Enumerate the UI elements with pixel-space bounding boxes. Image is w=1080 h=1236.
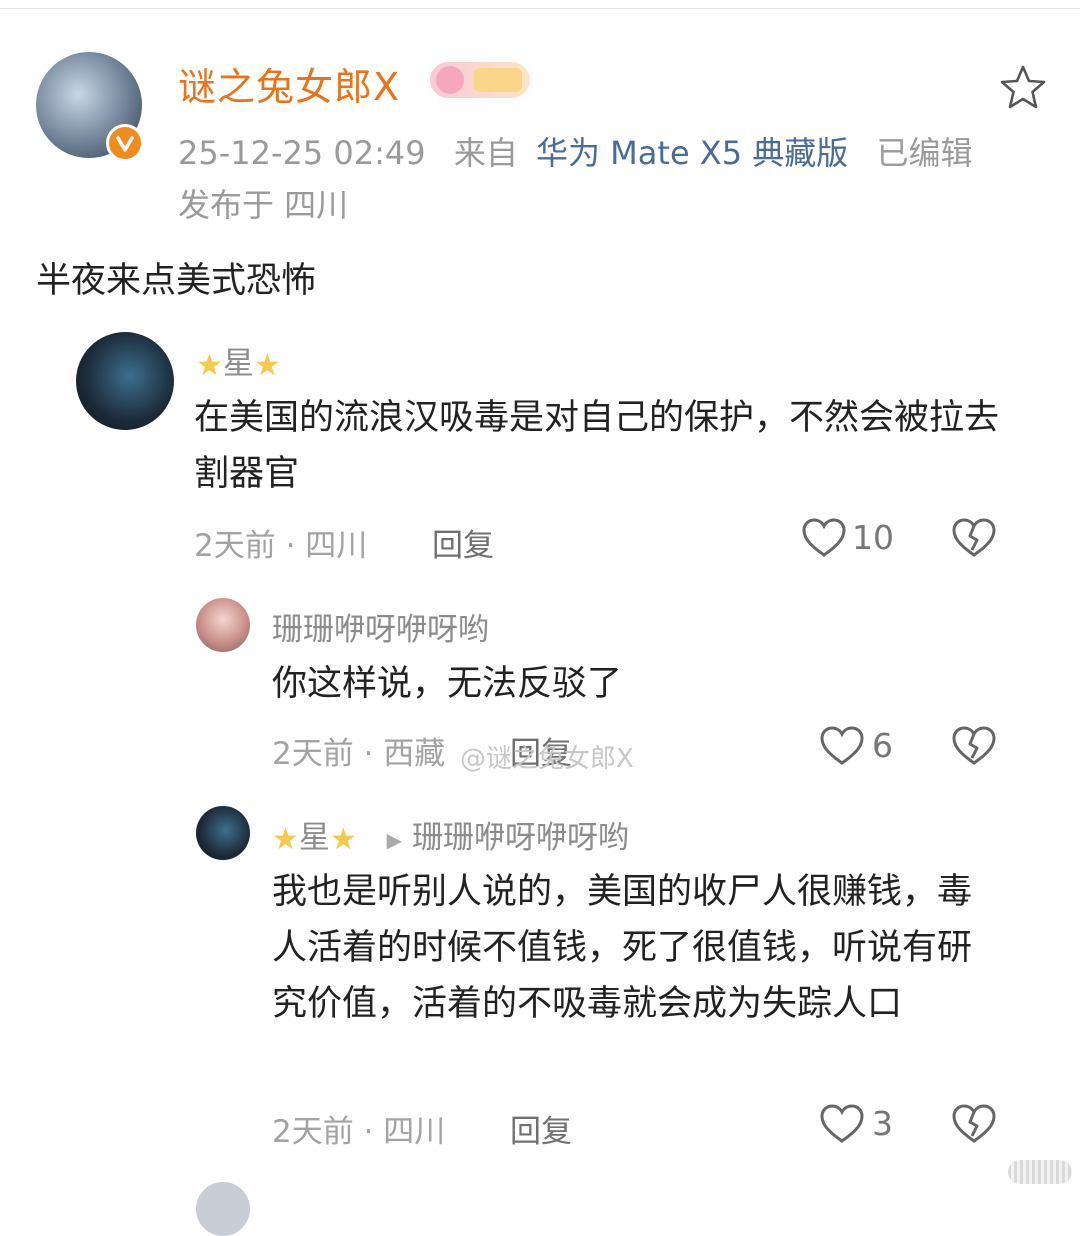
comment-text: 在美国的流浪汉吸毒是对自己的保护，不然会被拉去割器官 xyxy=(194,398,1000,494)
post-source-prefix: 来自 xyxy=(453,134,518,172)
like-count: 10 xyxy=(852,518,894,557)
member-badge-icon xyxy=(430,62,530,98)
star-icon: ★ xyxy=(196,348,223,383)
like-count: 3 xyxy=(872,1104,893,1143)
comment-meta: 2天前 · 四川 xyxy=(272,1114,446,1150)
comment-avatar[interactable] xyxy=(196,1182,250,1236)
like-count: 6 xyxy=(872,726,893,765)
broken-heart-icon[interactable] xyxy=(952,1104,996,1144)
triangle-right-icon: ▶ xyxy=(386,827,403,852)
comment-username[interactable]: 珊珊咿呀咿呀哟 xyxy=(272,604,489,649)
comment-username[interactable]: 星 xyxy=(223,346,254,382)
star-icon: ★ xyxy=(329,822,357,857)
broken-heart-icon[interactable] xyxy=(952,726,996,766)
comment-avatar[interactable] xyxy=(76,332,174,430)
broken-heart-icon[interactable] xyxy=(952,518,996,558)
heart-outline-icon[interactable] xyxy=(820,726,864,766)
comment-text: 我也是听别人说的，美国的收尸人很赚钱，毒人活着的时候不值钱，死了很值钱，听说有研… xyxy=(272,872,973,1024)
post-edited-label[interactable]: 已编辑 xyxy=(876,134,972,172)
star-icon: ★ xyxy=(272,822,299,857)
post-meta-line: 25-12-25 02:49 来自 华为 Mate X5 典藏版 已编辑 xyxy=(178,128,972,174)
comment-username-row[interactable]: ★星★ ▶ 珊珊咿呀咿呀哟 xyxy=(272,812,629,857)
pig-icon xyxy=(436,66,464,94)
level-badge-icon xyxy=(474,68,522,92)
verified-badge-icon xyxy=(106,124,144,162)
comment-username[interactable]: 星 xyxy=(299,820,330,856)
reply-button[interactable]: 回复 xyxy=(432,520,494,565)
heart-outline-icon[interactable] xyxy=(820,1104,864,1144)
comment-text: 你这样说，无法反驳了 xyxy=(272,664,623,704)
author-name[interactable]: 谜之兔女郎X xyxy=(178,56,400,111)
watermark: @谜之兔女郎X xyxy=(460,744,634,774)
post-location: 发布于 四川 xyxy=(178,186,349,224)
post-text: 半夜来点美式恐怖 xyxy=(36,261,317,301)
star-icon: ★ xyxy=(253,348,281,383)
heart-outline-icon[interactable] xyxy=(802,518,846,558)
post-device-link[interactable]: 华为 Mate X5 典藏版 xyxy=(536,134,848,172)
comment-avatar[interactable] xyxy=(196,806,250,860)
top-divider xyxy=(0,8,1080,9)
comment-username-row[interactable]: ★星★ xyxy=(196,338,281,383)
star-outline-icon[interactable] xyxy=(998,62,1048,112)
comment-avatar[interactable] xyxy=(196,598,250,652)
comment-meta: 2天前 · 西藏 xyxy=(272,736,446,772)
comment-meta: 2天前 · 四川 xyxy=(194,528,368,564)
reply-button[interactable]: 回复 xyxy=(510,1106,572,1151)
scroll-indicator[interactable] xyxy=(1008,1160,1072,1184)
post-timestamp: 25-12-25 02:49 xyxy=(178,134,426,172)
reply-to-username[interactable]: 珊珊咿呀咿呀哟 xyxy=(412,820,629,856)
